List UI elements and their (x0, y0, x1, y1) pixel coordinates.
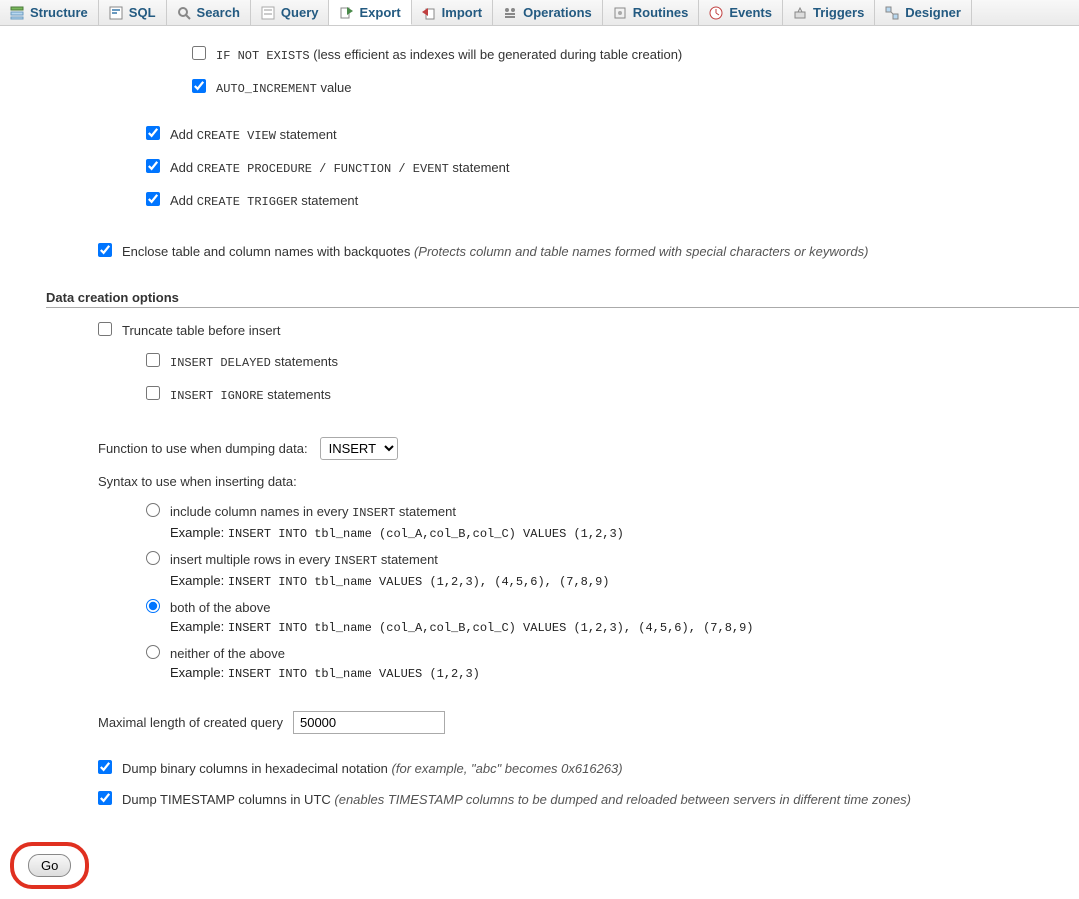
opt-truncate: Truncate table before insert (0, 322, 1079, 339)
dump-function-row: Function to use when dumping data: INSER… (0, 437, 1079, 460)
dump-function-select[interactable]: INSERT (320, 437, 398, 460)
syntax-radio-3: neither of the above Example: INSERT INTO… (0, 645, 1079, 683)
routines-icon (613, 6, 627, 20)
create-view-checkbox[interactable] (146, 126, 160, 140)
tab-label: Events (729, 5, 772, 20)
query-icon (261, 6, 275, 20)
tab-export[interactable]: Export (329, 0, 411, 25)
auto-increment-checkbox[interactable] (192, 79, 206, 93)
opt-insert-ignore: INSERT IGNORE statements (0, 386, 1079, 405)
data-creation-header: Data creation options (46, 290, 1079, 308)
insert-delayed-checkbox[interactable] (146, 353, 160, 367)
opt-create-proc: Add CREATE PROCEDURE / FUNCTION / EVENT … (0, 159, 1079, 178)
sql-icon (109, 6, 123, 20)
opt-if-not-exists: IF NOT EXISTS (less efficient as indexes… (0, 46, 1079, 65)
top-tabs: Structure SQL Search Query Export Import Opera… (0, 0, 1079, 26)
tab-operations[interactable]: Operations (493, 0, 603, 25)
auto-increment-code: AUTO_INCREMENT (216, 82, 317, 96)
tab-query[interactable]: Query (251, 0, 330, 25)
opt-backquotes: Enclose table and column names with back… (0, 243, 1079, 260)
tab-designer[interactable]: Designer (875, 0, 972, 25)
create-trigger-checkbox[interactable] (146, 192, 160, 206)
truncate-checkbox[interactable] (98, 322, 112, 336)
syntax-radio-0: include column names in every INSERT sta… (0, 503, 1079, 543)
go-highlight: Go (10, 842, 89, 889)
max-length-row: Maximal length of created query (0, 711, 1079, 734)
syntax-radio-label: insert multiple rows in every INSERT sta… (170, 552, 438, 567)
syntax-radio-1: insert multiple rows in every INSERT sta… (0, 551, 1079, 591)
tab-sql[interactable]: SQL (99, 0, 167, 25)
tab-label: Designer (905, 5, 961, 20)
opt-auto-increment: AUTO_INCREMENT value (0, 79, 1079, 98)
if-not-exists-checkbox[interactable] (192, 46, 206, 60)
import-icon (422, 6, 436, 20)
export-icon (339, 5, 353, 19)
dump-utc-checkbox[interactable] (98, 791, 112, 805)
dump-function-label: Function to use when dumping data: (98, 441, 308, 456)
tab-label: Export (359, 5, 400, 20)
syntax-radio-label: both of the above (170, 600, 270, 615)
opt-dump-hex: Dump binary columns in hexadecimal notat… (0, 760, 1079, 777)
insert-ignore-checkbox[interactable] (146, 386, 160, 400)
tab-events[interactable]: Events (699, 0, 783, 25)
tab-import[interactable]: Import (412, 0, 493, 25)
events-icon (709, 6, 723, 20)
opt-create-trigger: Add CREATE TRIGGER statement (0, 192, 1079, 211)
dump-hex-checkbox[interactable] (98, 760, 112, 774)
syntax-radio-input-0[interactable] (146, 503, 160, 517)
tab-search[interactable]: Search (167, 0, 251, 25)
max-length-label: Maximal length of created query (98, 715, 283, 730)
tab-label: Query (281, 5, 319, 20)
syntax-radio-2: both of the above Example: INSERT INTO tb… (0, 599, 1079, 637)
syntax-radio-example: Example: INSERT INTO tbl_name (col_A,col… (170, 618, 754, 637)
max-length-input[interactable] (293, 711, 445, 734)
syntax-radio-input-1[interactable] (146, 551, 160, 565)
syntax-radio-example: Example: INSERT INTO tbl_name VALUES (1,… (170, 664, 480, 683)
tab-label: Structure (30, 5, 88, 20)
syntax-radio-example: Example: INSERT INTO tbl_name (col_A,col… (170, 524, 624, 543)
syntax-radio-input-2[interactable] (146, 599, 160, 613)
go-button[interactable]: Go (28, 854, 71, 877)
syntax-radio-label: neither of the above (170, 646, 285, 661)
tab-triggers[interactable]: Triggers (783, 0, 875, 25)
tab-structure[interactable]: Structure (0, 0, 99, 25)
opt-create-view: Add CREATE VIEW statement (0, 126, 1079, 145)
opt-insert-delayed: INSERT DELAYED statements (0, 353, 1079, 372)
create-proc-checkbox[interactable] (146, 159, 160, 173)
search-icon (177, 6, 191, 20)
triggers-icon (793, 6, 807, 20)
syntax-radio-example: Example: INSERT INTO tbl_name VALUES (1,… (170, 572, 609, 591)
syntax-radio-input-3[interactable] (146, 645, 160, 659)
structure-icon (10, 6, 24, 20)
tab-label: Routines (633, 5, 689, 20)
tab-label: Search (197, 5, 240, 20)
syntax-radio-label: include column names in every INSERT sta… (170, 504, 456, 519)
if-not-exists-desc: (less efficient as indexes will be gener… (310, 47, 683, 62)
backquotes-checkbox[interactable] (98, 243, 112, 257)
operations-icon (503, 6, 517, 20)
tab-routines[interactable]: Routines (603, 0, 700, 25)
tab-label: Triggers (813, 5, 864, 20)
tab-label: Import (442, 5, 482, 20)
tab-label: SQL (129, 5, 156, 20)
syntax-label: Syntax to use when inserting data: (0, 474, 1079, 489)
designer-icon (885, 6, 899, 20)
auto-increment-desc: value (317, 80, 352, 95)
tab-label: Operations (523, 5, 592, 20)
if-not-exists-code: IF NOT EXISTS (216, 49, 310, 63)
opt-dump-utc: Dump TIMESTAMP columns in UTC (enables T… (0, 791, 1079, 808)
